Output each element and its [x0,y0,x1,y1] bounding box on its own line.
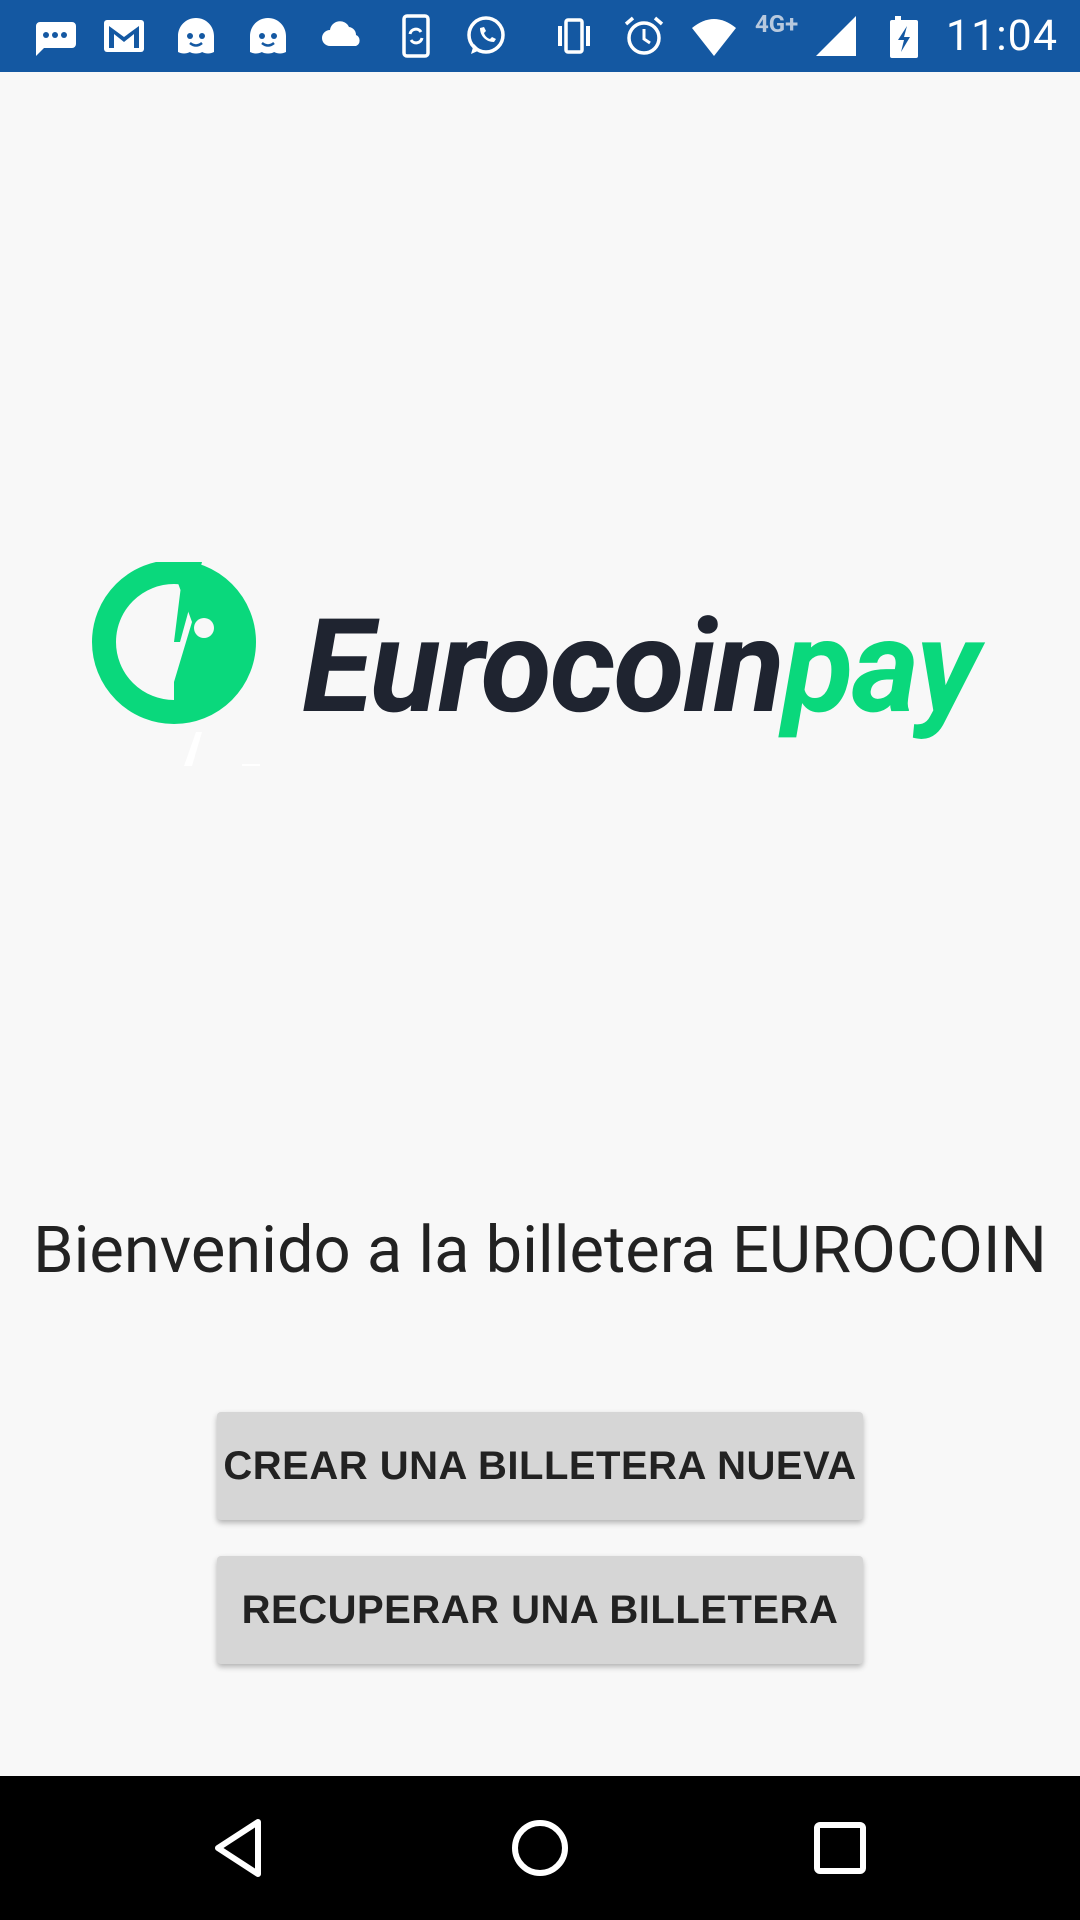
recents-icon[interactable] [800,1808,880,1888]
alarm-icon [618,10,670,62]
brand-green-text: pay [782,590,980,743]
eurocoinpay-logo: Eurocoinpay [92,562,1012,882]
home-icon[interactable] [500,1808,580,1888]
navigation-bar [0,1776,1080,1920]
main-content: Eurocoinpay Bienvenido a la billetera EU… [0,72,1080,1776]
create-wallet-button[interactable]: CREAR UNA BILLETERA NUEVA [217,1412,863,1520]
recover-wallet-button[interactable]: RECUPERAR UNA BILLETERA [217,1556,863,1664]
app-ghost-icon [242,10,294,62]
back-icon[interactable] [200,1808,280,1888]
gmail-icon [98,10,150,62]
brand-wordmark: Eurocoinpay [302,602,980,732]
eurocoin-logo-mark [92,562,260,766]
sync-phone-icon [390,10,442,62]
app-ghost-icon [170,10,222,62]
welcome-title: Bienvenido a la billetera EUROCOIN [33,1212,1047,1288]
cell-signal-icon [810,10,862,62]
whatsapp-icon [460,10,512,62]
messages-icon [28,10,80,62]
network-type-label: 4G+ [755,10,799,38]
battery-charging-icon [878,10,930,62]
brand-dark-text: Eurocoin [302,590,785,743]
status-bar: 4G+ 11:04 [0,0,1080,72]
cloud-icon [316,10,368,62]
vibrate-icon [548,10,600,62]
clock: 11:04 [945,11,1058,61]
wifi-icon [688,10,740,62]
